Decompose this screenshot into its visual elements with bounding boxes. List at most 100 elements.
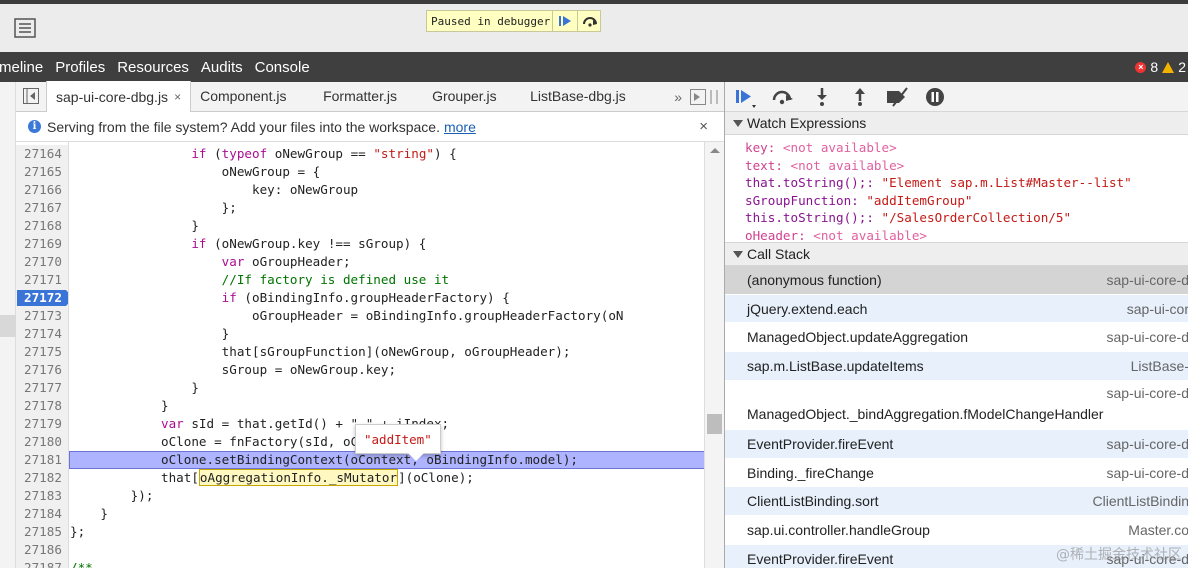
tab-grouper[interactable]: Grouper.js <box>423 81 521 111</box>
tab-listbase-dbg[interactable]: ListBase-dbg.js <box>521 81 635 111</box>
call-stack-frame[interactable]: ClientListBinding.sort ClientListBindin <box>725 487 1188 516</box>
info-icon: i <box>28 120 41 133</box>
line-code: /** <box>70 559 93 568</box>
watch-expression-row[interactable]: sGroupFunction: "addItemGroup" <box>745 192 972 209</box>
line-number[interactable]: 27167 <box>16 199 68 217</box>
watch-expression-row[interactable]: key: <not available> <box>745 139 897 156</box>
scroll-up-icon[interactable] <box>710 148 720 153</box>
line-number[interactable]: 27174 <box>16 325 68 343</box>
code-line[interactable]: 27182 that[oAggregationInfo._sMutator](o… <box>16 469 704 487</box>
line-number[interactable]: 27178 <box>16 397 68 415</box>
call-stack-frame[interactable]: ManagedObject._bindAggregation.fModelCha… <box>725 381 1188 430</box>
line-number[interactable]: 27169 <box>16 235 68 253</box>
resume-icon[interactable] <box>555 11 575 31</box>
line-number[interactable]: 27187 <box>16 559 68 568</box>
console-status-counts[interactable]: × 8 2 <box>1135 52 1188 82</box>
code-line[interactable]: 27176 sGroup = oNewGroup.key; <box>16 361 704 379</box>
call-stack-frame[interactable]: ManagedObject.updateAggregation sap-ui-co… <box>725 323 1188 352</box>
tab-component[interactable]: Component.js <box>191 81 314 111</box>
editor-scrollbar[interactable] <box>704 142 724 568</box>
step-out-icon[interactable] <box>849 87 871 107</box>
code-line[interactable]: 27185}; <box>16 523 704 541</box>
code-line[interactable]: 27164 if (typeof oNewGroup == "string") … <box>16 145 704 163</box>
line-number[interactable]: 27179 <box>16 415 68 433</box>
infobar-more-link[interactable]: more <box>444 119 476 135</box>
tab-profiles[interactable]: Profiles <box>49 59 111 76</box>
call-stack-frame[interactable]: EventProvider.fireEvent sap-ui-core-d <box>725 430 1188 459</box>
tab-formatter[interactable]: Formatter.js <box>314 81 423 111</box>
call-stack-frame[interactable]: sap.ui.controller.handleGroup Master.co <box>725 516 1188 545</box>
line-code: } <box>70 397 169 415</box>
call-stack-header[interactable]: Call Stack <box>725 242 1188 266</box>
line-number[interactable]: 27171 <box>16 271 68 289</box>
line-code: if (typeof oNewGroup == "string") { <box>70 145 456 163</box>
code-line[interactable]: 27177 } <box>16 379 704 397</box>
scrollbar-thumb[interactable] <box>707 414 722 434</box>
watch-expression-row[interactable]: that.toString();: "Element sap.m.List#Ma… <box>745 174 1132 191</box>
line-number[interactable]: 27186 <box>16 541 68 559</box>
tab-resources[interactable]: Resources <box>111 59 195 76</box>
line-number[interactable]: 27168 <box>16 217 68 235</box>
infobar-close-icon[interactable]: × <box>699 118 708 135</box>
line-number[interactable]: 27177 <box>16 379 68 397</box>
line-number[interactable]: 27173 <box>16 307 68 325</box>
code-line[interactable]: 27175 that[sGroupFunction](oNewGroup, oG… <box>16 343 704 361</box>
tab-audits[interactable]: Audits <box>195 59 249 76</box>
watch-expressions-title: Watch Expressions <box>747 115 867 131</box>
code-line[interactable]: 27165 oNewGroup = { <box>16 163 704 181</box>
code-line[interactable]: 27173 oGroupHeader = oBindingInfo.groupH… <box>16 307 704 325</box>
step-into-icon[interactable] <box>811 87 833 107</box>
call-stack-frame[interactable]: sap.m.ListBase.updateItems ListBase- <box>725 352 1188 381</box>
source-code-editor[interactable]: 27164 if (typeof oNewGroup == "string") … <box>16 142 704 568</box>
line-number[interactable]: 27165 <box>16 163 68 181</box>
call-stack-frame[interactable]: (anonymous function) sap-ui-core-d <box>725 266 1188 295</box>
code-line[interactable]: 27183 }); <box>16 487 704 505</box>
code-line[interactable]: 27166 key: oNewGroup <box>16 181 704 199</box>
tab-sap-ui-core-dbg[interactable]: sap-ui-core-dbg.js × <box>46 81 192 112</box>
line-number[interactable]: 27185 <box>16 523 68 541</box>
line-number[interactable]: 27172 <box>16 289 68 307</box>
line-number[interactable]: 27184 <box>16 505 68 523</box>
pause-on-exceptions-icon[interactable] <box>925 87 947 107</box>
close-tab-icon[interactable]: × <box>174 90 181 104</box>
code-line[interactable]: 27187/** <box>16 559 704 568</box>
code-line[interactable]: 27171 //If factory is defined use it <box>16 271 704 289</box>
line-number[interactable]: 27170 <box>16 253 68 271</box>
tab-timeline[interactable]: meline <box>0 59 49 76</box>
highlighted-expression[interactable]: oAggregationInfo._sMutator <box>198 469 399 486</box>
line-number[interactable]: 27175 <box>16 343 68 361</box>
line-number[interactable]: 27180 <box>16 433 68 451</box>
deactivate-breakpoints-icon[interactable] <box>885 87 908 107</box>
show-navigator-icon[interactable] <box>16 81 46 111</box>
line-number[interactable]: 27166 <box>16 181 68 199</box>
line-number[interactable]: 27164 <box>16 145 68 163</box>
code-line[interactable]: 27174 } <box>16 325 704 343</box>
line-number[interactable]: 27182 <box>16 469 68 487</box>
call-stack-frame[interactable]: jQuery.extend.each sap-ui-cor <box>725 295 1188 323</box>
code-line[interactable]: 27172 if (oBindingInfo.groupHeaderFactor… <box>16 289 704 307</box>
resize-grip-icon[interactable] <box>710 90 718 104</box>
line-number[interactable]: 27183 <box>16 487 68 505</box>
menu-list-icon[interactable] <box>14 18 36 38</box>
resume-icon[interactable] <box>733 87 756 108</box>
call-stack-frame[interactable]: Binding._fireChange sap-ui-core-d <box>725 459 1188 487</box>
watch-expression-row[interactable]: oHeader: <not available> <box>745 227 927 242</box>
step-over-icon[interactable] <box>771 87 793 107</box>
code-line[interactable]: 27170 var oGroupHeader; <box>16 253 704 271</box>
code-line[interactable]: 27167 }; <box>16 199 704 217</box>
toggle-debugger-sidebar-icon[interactable] <box>690 89 706 105</box>
watch-expression-row[interactable]: this.toString();: "/SalesOrderCollection… <box>745 209 1071 226</box>
code-text: }; <box>221 200 237 215</box>
line-number[interactable]: 27176 <box>16 361 68 379</box>
code-line[interactable]: 27186 <box>16 541 704 559</box>
watch-expressions-header[interactable]: Watch Expressions <box>725 111 1188 135</box>
code-line[interactable]: 27168 } <box>16 217 704 235</box>
code-line[interactable]: 27178 } <box>16 397 704 415</box>
code-line[interactable]: 27184 } <box>16 505 704 523</box>
tabs-overflow-button[interactable]: » <box>674 82 682 112</box>
line-number[interactable]: 27181 <box>16 451 68 469</box>
tab-console[interactable]: Console <box>249 59 316 76</box>
code-line[interactable]: 27169 if (oNewGroup.key !== sGroup) { <box>16 235 704 253</box>
step-over-icon[interactable] <box>580 11 600 31</box>
watch-expression-row[interactable]: text: <not available> <box>745 157 904 174</box>
